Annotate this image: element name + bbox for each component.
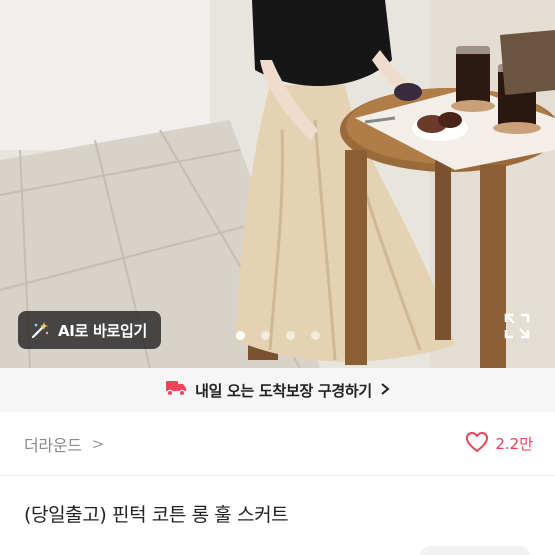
pagination-dot[interactable]	[236, 331, 245, 340]
delivery-guarantee-banner[interactable]: 내일 오는 도착보장 구경하기	[0, 368, 555, 412]
truck-icon	[165, 379, 187, 401]
pagination-dot[interactable]	[286, 331, 295, 340]
shop-link[interactable]: 더라운드 >	[24, 432, 104, 456]
shop-row: 더라운드 > 2.2만	[0, 412, 555, 476]
pagination-dot[interactable]	[311, 331, 320, 340]
pagination-dot[interactable]	[261, 331, 270, 340]
ai-try-on-label: AI로 바로입기	[58, 321, 148, 340]
delivery-banner-text: 내일 오는 도착보장 구경하기	[195, 381, 372, 400]
price-chip[interactable]	[420, 546, 530, 555]
ai-try-on-button[interactable]: AI로 바로입기	[18, 311, 162, 349]
expand-icon[interactable]	[502, 311, 532, 341]
like-count: 2.2만	[495, 435, 533, 453]
magic-wand-icon	[30, 320, 50, 340]
image-pagination	[236, 331, 320, 340]
like-button[interactable]: 2.2만	[465, 431, 533, 457]
heart-outline-icon	[465, 431, 489, 457]
shop-name: 더라운드	[24, 435, 82, 455]
chevron-right-icon	[380, 381, 390, 400]
product-title: (당일출고) 핀턱 코튼 롱 훌 스커트	[24, 504, 289, 526]
chevron-right-icon: >	[91, 434, 105, 453]
product-image[interactable]: AI로 바로입기	[0, 0, 555, 368]
